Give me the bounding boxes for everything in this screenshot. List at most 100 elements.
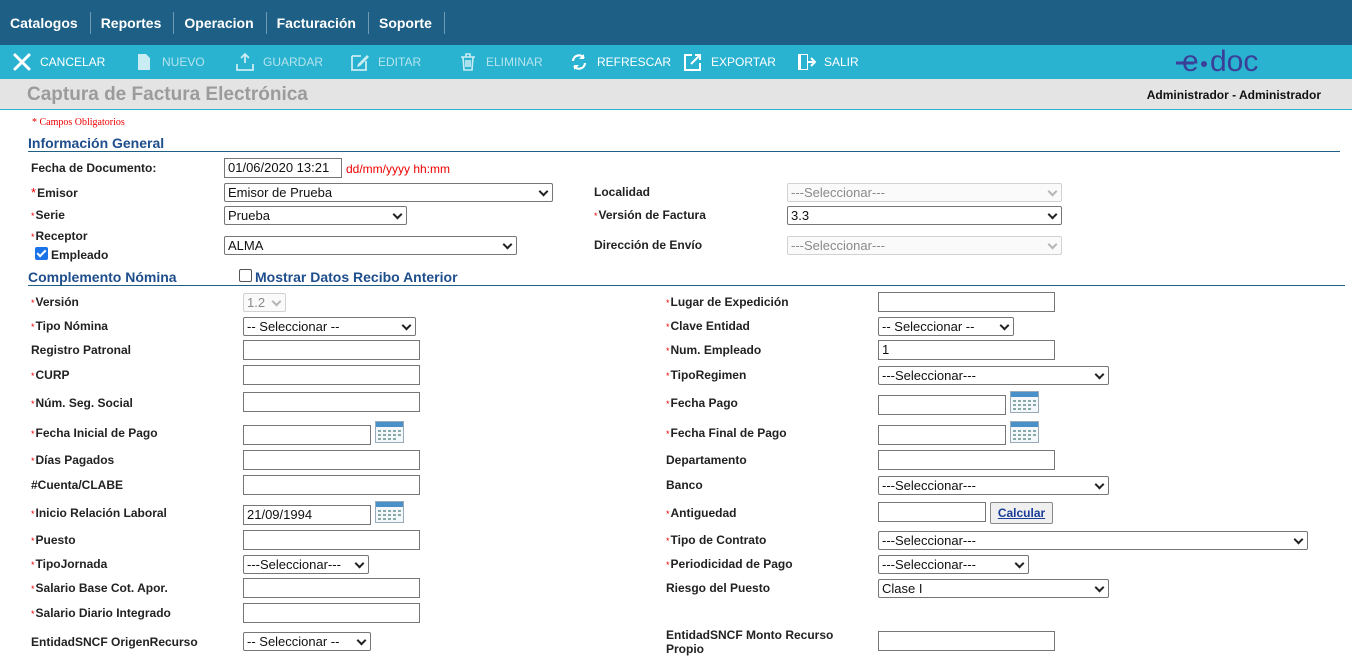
exit-icon — [798, 54, 816, 70]
direccion-envio-label: Dirección de Envío — [594, 238, 703, 252]
required-fields-note: * Campos Obligatorios — [32, 117, 125, 128]
editar-label: EDITAR — [378, 55, 422, 69]
emisor-label: *Emisor — [31, 185, 78, 200]
tipo-regimen-select[interactable]: ---Seleccionar--- — [878, 366, 1109, 385]
refresh-icon — [571, 54, 587, 70]
direccion-envio-select[interactable]: ---Seleccionar--- — [787, 236, 1062, 255]
fecha-format-hint: dd/mm/yyyy hh:mm — [346, 162, 451, 176]
cuenta-clabe-input[interactable] — [243, 475, 420, 495]
version-factura-select[interactable]: 3.3 — [787, 206, 1062, 225]
eliminar-button[interactable]: ELIMINAR — [446, 45, 557, 79]
fecha-inicial-input[interactable] — [243, 425, 371, 445]
fecha-pago-label: *Fecha Pago — [666, 396, 738, 410]
salario-base-label: *Salario Base Cot. Apor. — [31, 581, 168, 595]
section-nomina-heading: Complemento Nómina — [28, 269, 177, 285]
clave-entidad-label: *Clave Entidad — [666, 319, 750, 333]
version-factura-label: *Versión de Factura — [594, 208, 706, 222]
guardar-button[interactable]: GUARDAR — [223, 45, 338, 79]
receptor-select[interactable]: ALMA — [224, 236, 517, 255]
salario-diario-input[interactable] — [243, 603, 420, 623]
main-menu-bar: Catalogos Reportes Operacion Facturación… — [0, 0, 1352, 45]
section-general-heading: Información General — [28, 135, 165, 151]
guardar-label: GUARDAR — [263, 55, 324, 69]
riesgo-puesto-select[interactable]: Clase I — [878, 579, 1109, 598]
calendar-icon[interactable] — [1010, 421, 1039, 443]
refrescar-button[interactable]: REFRESCAR — [557, 45, 671, 79]
menu-facturacion[interactable]: Facturación — [267, 11, 369, 34]
mostrar-recibo-label: Mostrar Datos Recibo Anterior — [255, 269, 458, 285]
fecha-final-input[interactable] — [878, 425, 1006, 445]
menu-catalogos[interactable]: Catalogos — [0, 11, 91, 34]
export-icon — [684, 54, 701, 71]
tipo-contrato-label: *Tipo de Contrato — [666, 533, 767, 547]
page-header: Captura de Factura Electrónica Administr… — [0, 79, 1352, 110]
fecha-documento-input[interactable]: 01/06/2020 13:21 — [224, 158, 342, 178]
localidad-label: Localidad — [594, 185, 651, 199]
puesto-input[interactable] — [243, 530, 420, 550]
tipo-jornada-select[interactable]: ---Seleccionar--- — [243, 555, 369, 574]
nss-input[interactable] — [243, 392, 420, 412]
lugar-expedicion-input[interactable] — [878, 292, 1055, 312]
empleado-checkbox[interactable] — [35, 247, 48, 260]
lugar-expedicion-label: *Lugar de Expedición — [666, 295, 789, 309]
departamento-label: Departamento — [666, 453, 747, 467]
curp-input[interactable] — [243, 365, 420, 385]
salir-button[interactable]: SALIR — [784, 45, 864, 79]
inicio-relacion-input[interactable]: 21/09/1994 — [243, 505, 371, 525]
monto-recurso-input[interactable] — [878, 631, 1055, 651]
fecha-final-label: *Fecha Final de Pago — [666, 426, 787, 440]
tipo-contrato-select[interactable]: ---Seleccionar--- — [878, 531, 1308, 550]
registro-patronal-input[interactable] — [243, 340, 420, 360]
antiguedad-label: *Antiguedad — [666, 506, 737, 520]
num-empleado-input[interactable]: 1 — [878, 340, 1055, 360]
salario-base-input[interactable] — [243, 578, 420, 598]
menu-reportes[interactable]: Reportes — [91, 11, 175, 34]
registro-patronal-label: Registro Patronal — [31, 343, 132, 357]
edit-icon — [351, 55, 369, 71]
eliminar-label: ELIMINAR — [486, 55, 543, 69]
inicio-relacion-label: *Inicio Relación Laboral — [31, 506, 167, 520]
localidad-select[interactable]: ---Seleccionar--- — [787, 183, 1062, 202]
menu-soporte[interactable]: Soporte — [369, 11, 445, 34]
dias-pagados-input[interactable] — [243, 450, 420, 470]
serie-label: *Serie — [31, 208, 65, 222]
monto-recurso-label: EntidadSNCF Monto Recurso Propio — [666, 628, 834, 656]
num-empleado-label: *Num. Empleado — [666, 343, 762, 357]
calendar-icon[interactable] — [375, 501, 404, 523]
empleado-label: Empleado — [51, 248, 109, 262]
banco-select[interactable]: ---Seleccionar--- — [878, 476, 1109, 495]
curp-label: *CURP — [31, 368, 70, 382]
section-divider — [28, 285, 1345, 286]
banco-label: Banco — [666, 478, 703, 492]
calendar-icon[interactable] — [1010, 391, 1039, 413]
emisor-select[interactable]: Emisor de Prueba — [224, 183, 553, 202]
entidad-origen-select[interactable]: -- Seleccionar -- — [243, 632, 371, 651]
calendar-icon[interactable] — [375, 421, 404, 443]
tipo-nomina-label: *Tipo Nómina — [31, 319, 108, 333]
calcular-button[interactable]: Calcular — [990, 502, 1053, 524]
receptor-label: *Receptor — [31, 229, 88, 243]
clave-entidad-select[interactable]: -- Seleccionar -- — [878, 317, 1014, 336]
menu-operacion[interactable]: Operacion — [174, 11, 267, 34]
fecha-documento-label: Fecha de Documento: — [31, 161, 157, 175]
exportar-button[interactable]: EXPORTAR — [671, 45, 784, 79]
cancelar-button[interactable]: CANCELAR — [0, 45, 122, 79]
serie-select[interactable]: Prueba — [224, 206, 407, 225]
editar-button[interactable]: EDITAR — [338, 45, 446, 79]
mostrar-recibo-checkbox[interactable] — [239, 269, 252, 282]
version-select[interactable]: 1.2 — [243, 293, 286, 312]
riesgo-puesto-label: Riesgo del Puesto — [666, 581, 771, 595]
antiguedad-input[interactable] — [878, 502, 986, 522]
dias-pagados-label: *Días Pagados — [31, 453, 115, 467]
edoc-logo: e doc — [1176, 46, 1258, 78]
tipo-nomina-select[interactable]: -- Seleccionar -- — [243, 317, 416, 336]
periodicidad-select[interactable]: ---Seleccionar--- — [878, 555, 1029, 574]
fecha-pago-input[interactable] — [878, 395, 1006, 415]
puesto-label: *Puesto — [31, 533, 76, 547]
nuevo-button[interactable]: NUEVO — [122, 45, 223, 79]
page-title: Captura de Factura Electrónica — [27, 84, 308, 105]
section-divider — [28, 151, 1340, 152]
refrescar-label: REFRESCAR — [596, 55, 671, 69]
departamento-input[interactable] — [878, 450, 1055, 470]
cancelar-label: CANCELAR — [40, 55, 106, 69]
